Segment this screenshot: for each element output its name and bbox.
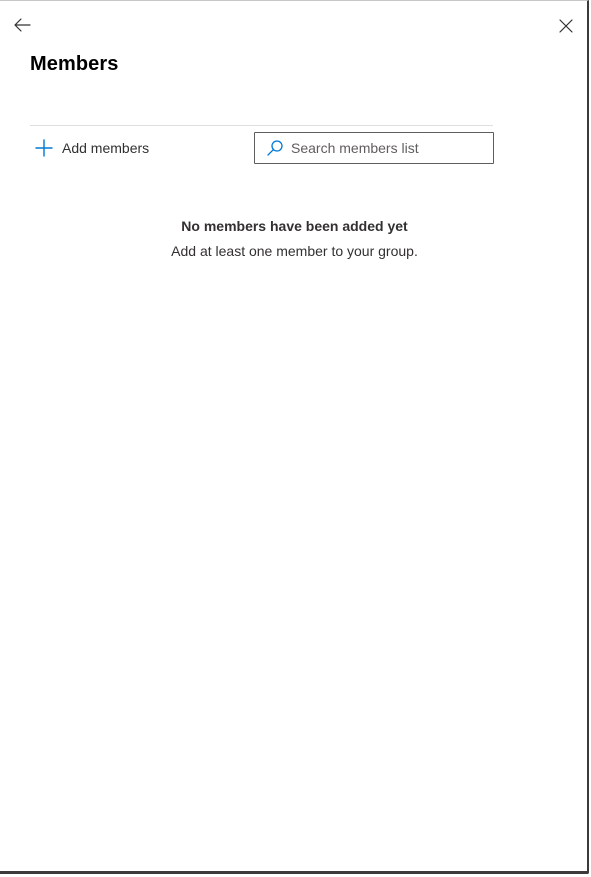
search-input[interactable]: [291, 140, 481, 156]
plus-icon: [34, 138, 54, 158]
add-members-button[interactable]: Add members: [34, 135, 149, 161]
toolbar-divider: [30, 125, 493, 126]
close-button[interactable]: [554, 14, 578, 38]
search-box[interactable]: [254, 132, 494, 164]
close-icon: [559, 19, 573, 33]
add-members-label: Add members: [62, 140, 150, 156]
page-title: Members: [30, 53, 119, 75]
back-arrow-icon: [14, 18, 31, 32]
empty-state-title: No members have been added yet: [181, 218, 408, 234]
empty-state-subtitle: Add at least one member to your group.: [171, 243, 418, 259]
back-button[interactable]: [10, 13, 34, 37]
members-panel: Members Add members No members have been…: [0, 0, 589, 874]
search-icon: [265, 138, 285, 158]
